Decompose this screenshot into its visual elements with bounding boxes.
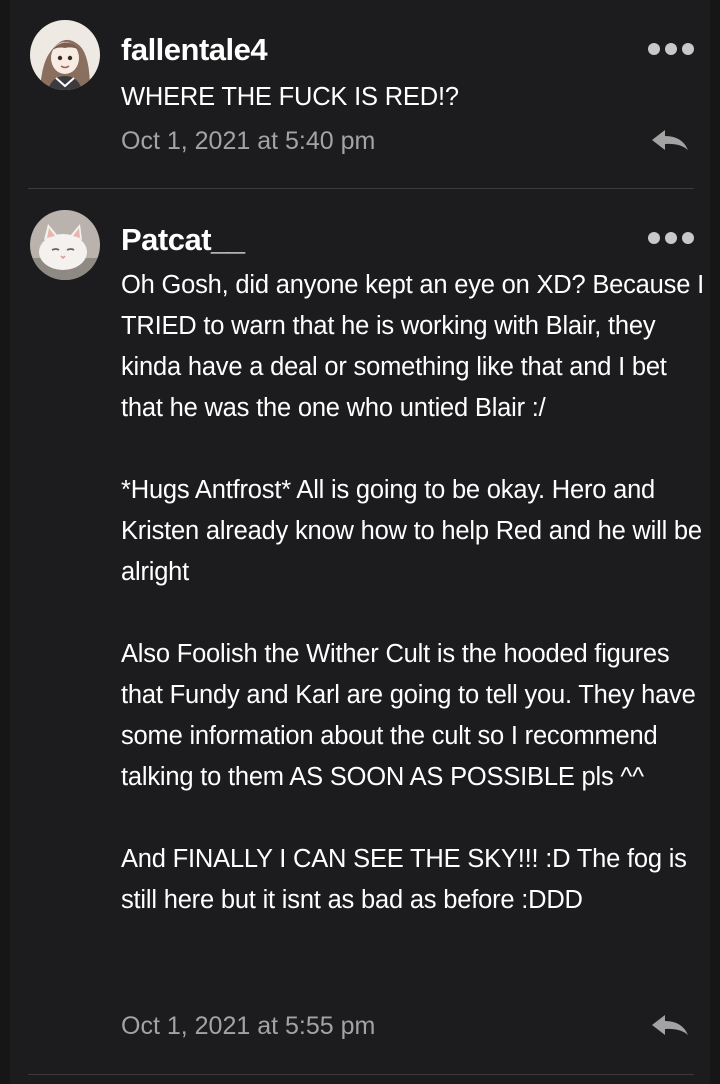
white-cat-avatar-icon	[30, 210, 100, 280]
user-avatar[interactable]	[30, 20, 100, 90]
dot-icon	[682, 43, 694, 55]
dot-icon	[648, 232, 660, 244]
reply-icon	[652, 130, 688, 150]
comment-timestamp: Oct 1, 2021 at 5:40 pm	[121, 127, 376, 155]
username[interactable]: Patcat__	[121, 222, 245, 258]
comment-divider	[28, 1074, 694, 1075]
dot-icon	[682, 232, 694, 244]
comment-text: WHERE THE FUCK IS RED!?	[121, 83, 459, 111]
user-avatar[interactable]	[30, 210, 100, 280]
comment-text: Oh Gosh, did anyone kept an eye on XD? B…	[121, 271, 704, 914]
comment-item: Patcat__ Oh Gosh, did anyone kept an eye…	[0, 190, 720, 1080]
reply-button[interactable]	[650, 128, 690, 154]
reply-button[interactable]	[650, 1013, 690, 1039]
dot-icon	[665, 43, 677, 55]
comment-item: fallentale4 WHERE THE FUCK IS RED!? Oct …	[0, 0, 720, 190]
reply-icon	[652, 1015, 688, 1035]
dot-icon	[665, 232, 677, 244]
dot-icon	[648, 43, 660, 55]
more-options-button[interactable]	[648, 228, 694, 248]
anime-girl-avatar-icon	[30, 20, 100, 90]
comment-divider	[28, 188, 694, 189]
comments-panel: fallentale4 WHERE THE FUCK IS RED!? Oct …	[0, 0, 720, 1084]
more-options-button[interactable]	[648, 39, 694, 59]
username[interactable]: fallentale4	[121, 32, 268, 68]
comment-timestamp: Oct 1, 2021 at 5:55 pm	[121, 1012, 376, 1040]
